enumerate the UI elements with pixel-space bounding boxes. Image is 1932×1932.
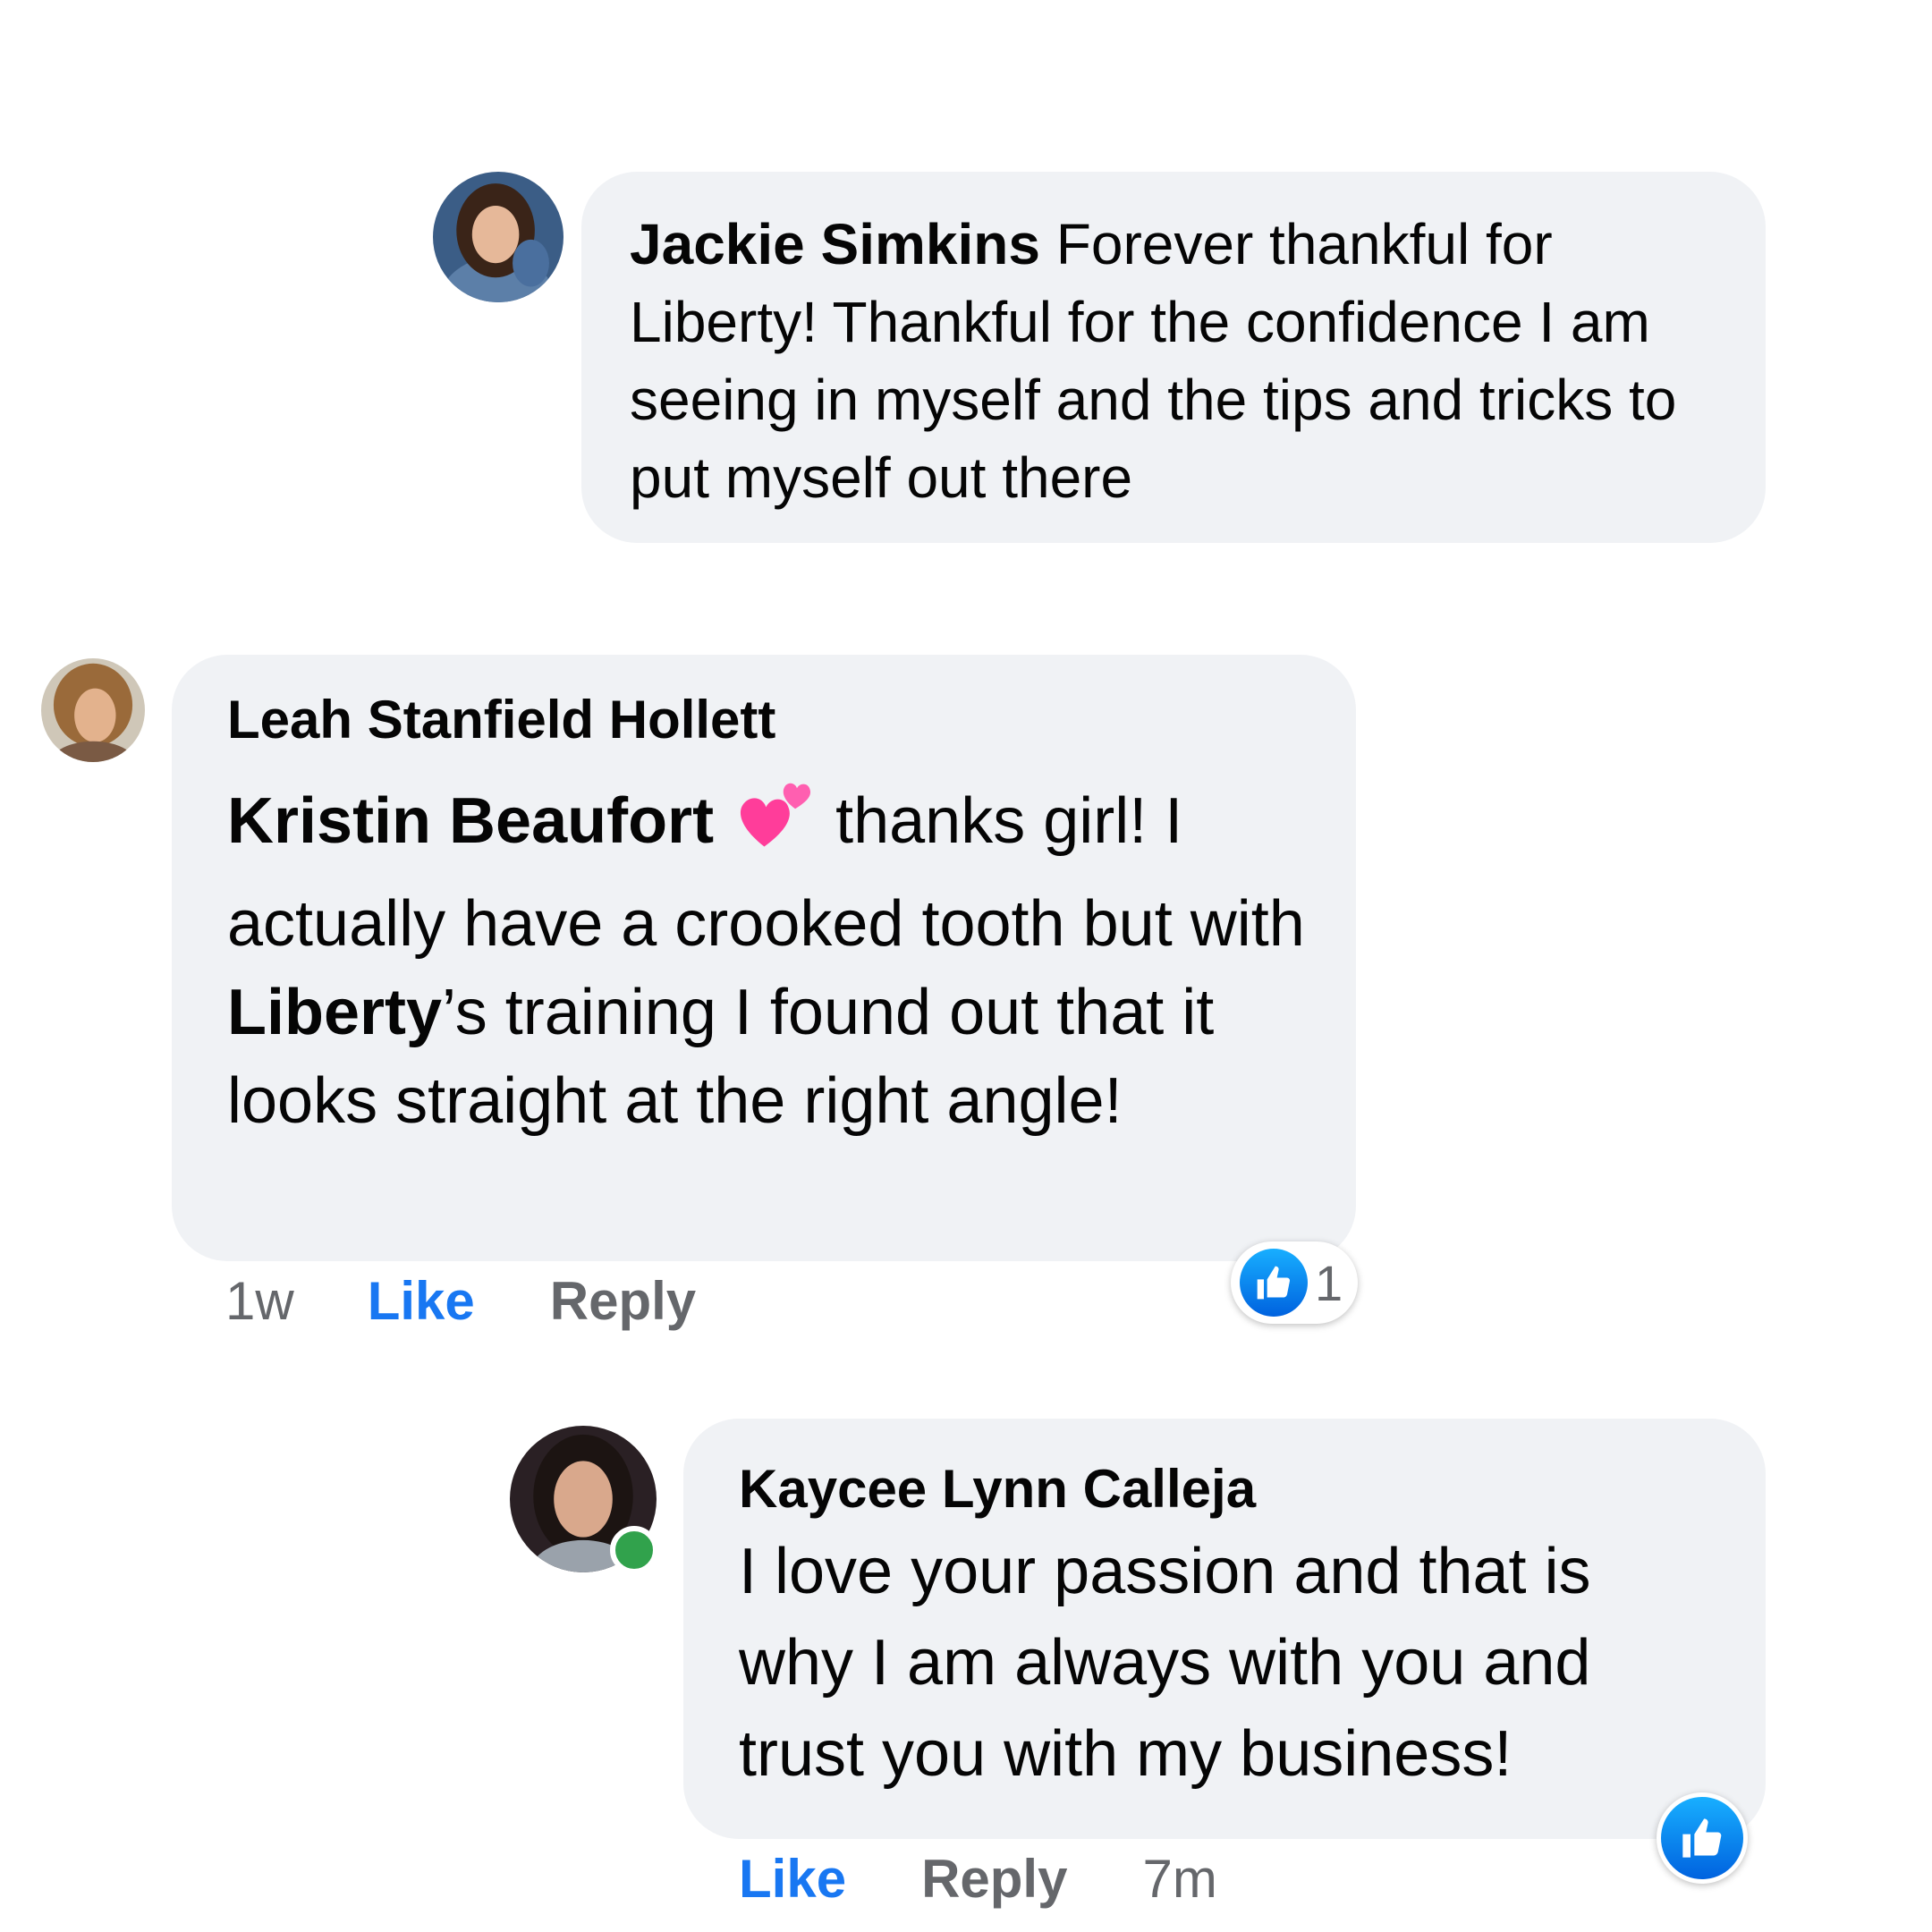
comment-author[interactable]: Jackie Simkins	[630, 212, 1040, 276]
comment-time: 7m	[1142, 1849, 1217, 1909]
reply-button[interactable]: Reply	[550, 1270, 696, 1332]
comment-text: I love your passion and that is why I am…	[739, 1536, 1591, 1790]
two-hearts-icon	[732, 771, 818, 880]
comment-actions-leah: 1w Like Reply	[225, 1270, 696, 1332]
comment-author[interactable]: Leah Stanfield Hollett	[227, 683, 1309, 757]
comment-actions-kaycee: Like Reply 7m	[739, 1848, 1217, 1910]
like-reaction-icon	[1661, 1797, 1743, 1879]
comment-text: Kristin Beaufort thanks girl! I actually…	[227, 771, 1309, 1146]
reaction-summary[interactable]	[1657, 1792, 1748, 1884]
reaction-count: 1	[1315, 1254, 1343, 1311]
like-reaction-icon	[1240, 1249, 1308, 1317]
online-status-indicator	[610, 1526, 658, 1574]
comment-bubble-kaycee: Kaycee Lynn Calleja I love your passion …	[683, 1419, 1766, 1839]
comment-bubble-leah: Leah Stanfield Hollett Kristin Beaufort …	[172, 655, 1356, 1261]
like-button[interactable]: Like	[368, 1270, 475, 1332]
avatar-leah[interactable]	[41, 658, 145, 762]
comment-author[interactable]: Kaycee Lynn Calleja	[739, 1453, 1719, 1526]
comment-bubble-jackie: Jackie Simkins Forever thankful for Libe…	[581, 172, 1766, 543]
avatar-jackie[interactable]	[433, 172, 564, 302]
reaction-summary[interactable]: 1	[1231, 1241, 1358, 1324]
reply-button[interactable]: Reply	[921, 1848, 1067, 1910]
mention-link[interactable]: Kristin Beaufort	[227, 785, 714, 857]
comment-time: 1w	[225, 1271, 294, 1331]
like-button[interactable]: Like	[739, 1848, 846, 1910]
mention-link-2[interactable]: Liberty	[227, 977, 442, 1048]
